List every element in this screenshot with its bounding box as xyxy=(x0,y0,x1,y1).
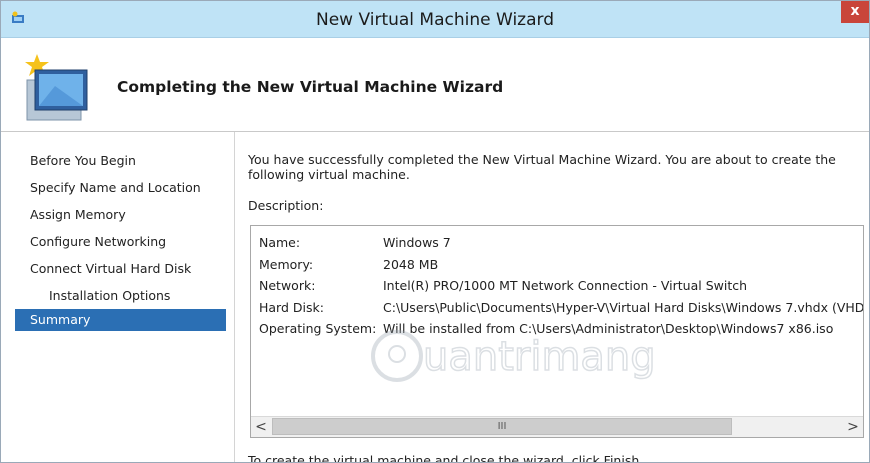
nav-item-before-you-begin[interactable]: Before You Begin xyxy=(15,147,226,174)
scroll-grip-icon: III xyxy=(497,421,507,432)
scroll-thumb[interactable]: III xyxy=(272,418,732,435)
description-box[interactable]: Name: Windows 7 Memory: 2048 MB Network:… xyxy=(250,225,864,438)
row-value: Intel(R) PRO/1000 MT Network Connection … xyxy=(383,278,748,293)
nav-item-installation-options[interactable]: Installation Options xyxy=(15,282,226,309)
nav-item-assign-memory[interactable]: Assign Memory xyxy=(15,201,226,228)
description-row-name: Name: Windows 7 xyxy=(259,232,863,254)
wizard-body: Before You Begin Specify Name and Locati… xyxy=(1,132,869,462)
summary-content: You have successfully completed the New … xyxy=(248,152,848,213)
description-row-network: Network: Intel(R) PRO/1000 MT Network Co… xyxy=(259,275,863,297)
finish-instruction: To create the virtual machine and close … xyxy=(248,453,644,463)
row-value: 2048 MB xyxy=(383,256,439,272)
watermark-text: uantrimang xyxy=(423,334,656,380)
scroll-left-button[interactable]: < xyxy=(251,418,271,436)
watermark-logo: uantrimang xyxy=(371,330,656,382)
window-title: New Virtual Machine Wizard xyxy=(316,10,554,30)
description-row-hard-disk: Hard Disk: C:\Users\Public\Documents\Hyp… xyxy=(259,297,863,319)
row-value: C:\Users\Public\Documents\Hyper-V\Virtua… xyxy=(383,299,864,315)
description-row-memory: Memory: 2048 MB xyxy=(259,254,863,276)
wizard-header: Completing the New Virtual Machine Wizar… xyxy=(1,38,869,132)
scroll-right-button[interactable]: > xyxy=(843,418,863,436)
row-key: Operating System: xyxy=(259,321,377,336)
row-key: Network: xyxy=(259,278,316,293)
close-button[interactable]: x xyxy=(841,1,869,23)
intro-text: You have successfully completed the New … xyxy=(248,152,836,182)
row-value: Windows 7 xyxy=(383,235,451,250)
horizontal-scrollbar[interactable]: < III > xyxy=(251,416,863,437)
description-rows: Name: Windows 7 Memory: 2048 MB Network:… xyxy=(259,232,863,340)
nav-item-connect-virtual-hard-disk[interactable]: Connect Virtual Hard Disk xyxy=(15,255,226,282)
description-label: Description: xyxy=(248,198,324,213)
nav-divider xyxy=(234,132,235,462)
nav-item-configure-networking[interactable]: Configure Networking xyxy=(15,228,226,255)
nav-item-specify-name-location[interactable]: Specify Name and Location xyxy=(15,174,226,201)
page-title: Completing the New Virtual Machine Wizar… xyxy=(117,78,504,96)
new-vm-icon xyxy=(25,54,88,121)
title-bar: New Virtual Machine Wizard x xyxy=(1,1,869,38)
row-key: Name: xyxy=(259,235,301,250)
row-key: Hard Disk: xyxy=(259,299,324,315)
wizard-steps-nav: Before You Begin Specify Name and Locati… xyxy=(15,147,226,331)
nav-item-summary[interactable]: Summary xyxy=(15,309,226,331)
wizard-window: New Virtual Machine Wizard x Completing … xyxy=(0,0,870,463)
row-key: Memory: xyxy=(259,256,314,272)
